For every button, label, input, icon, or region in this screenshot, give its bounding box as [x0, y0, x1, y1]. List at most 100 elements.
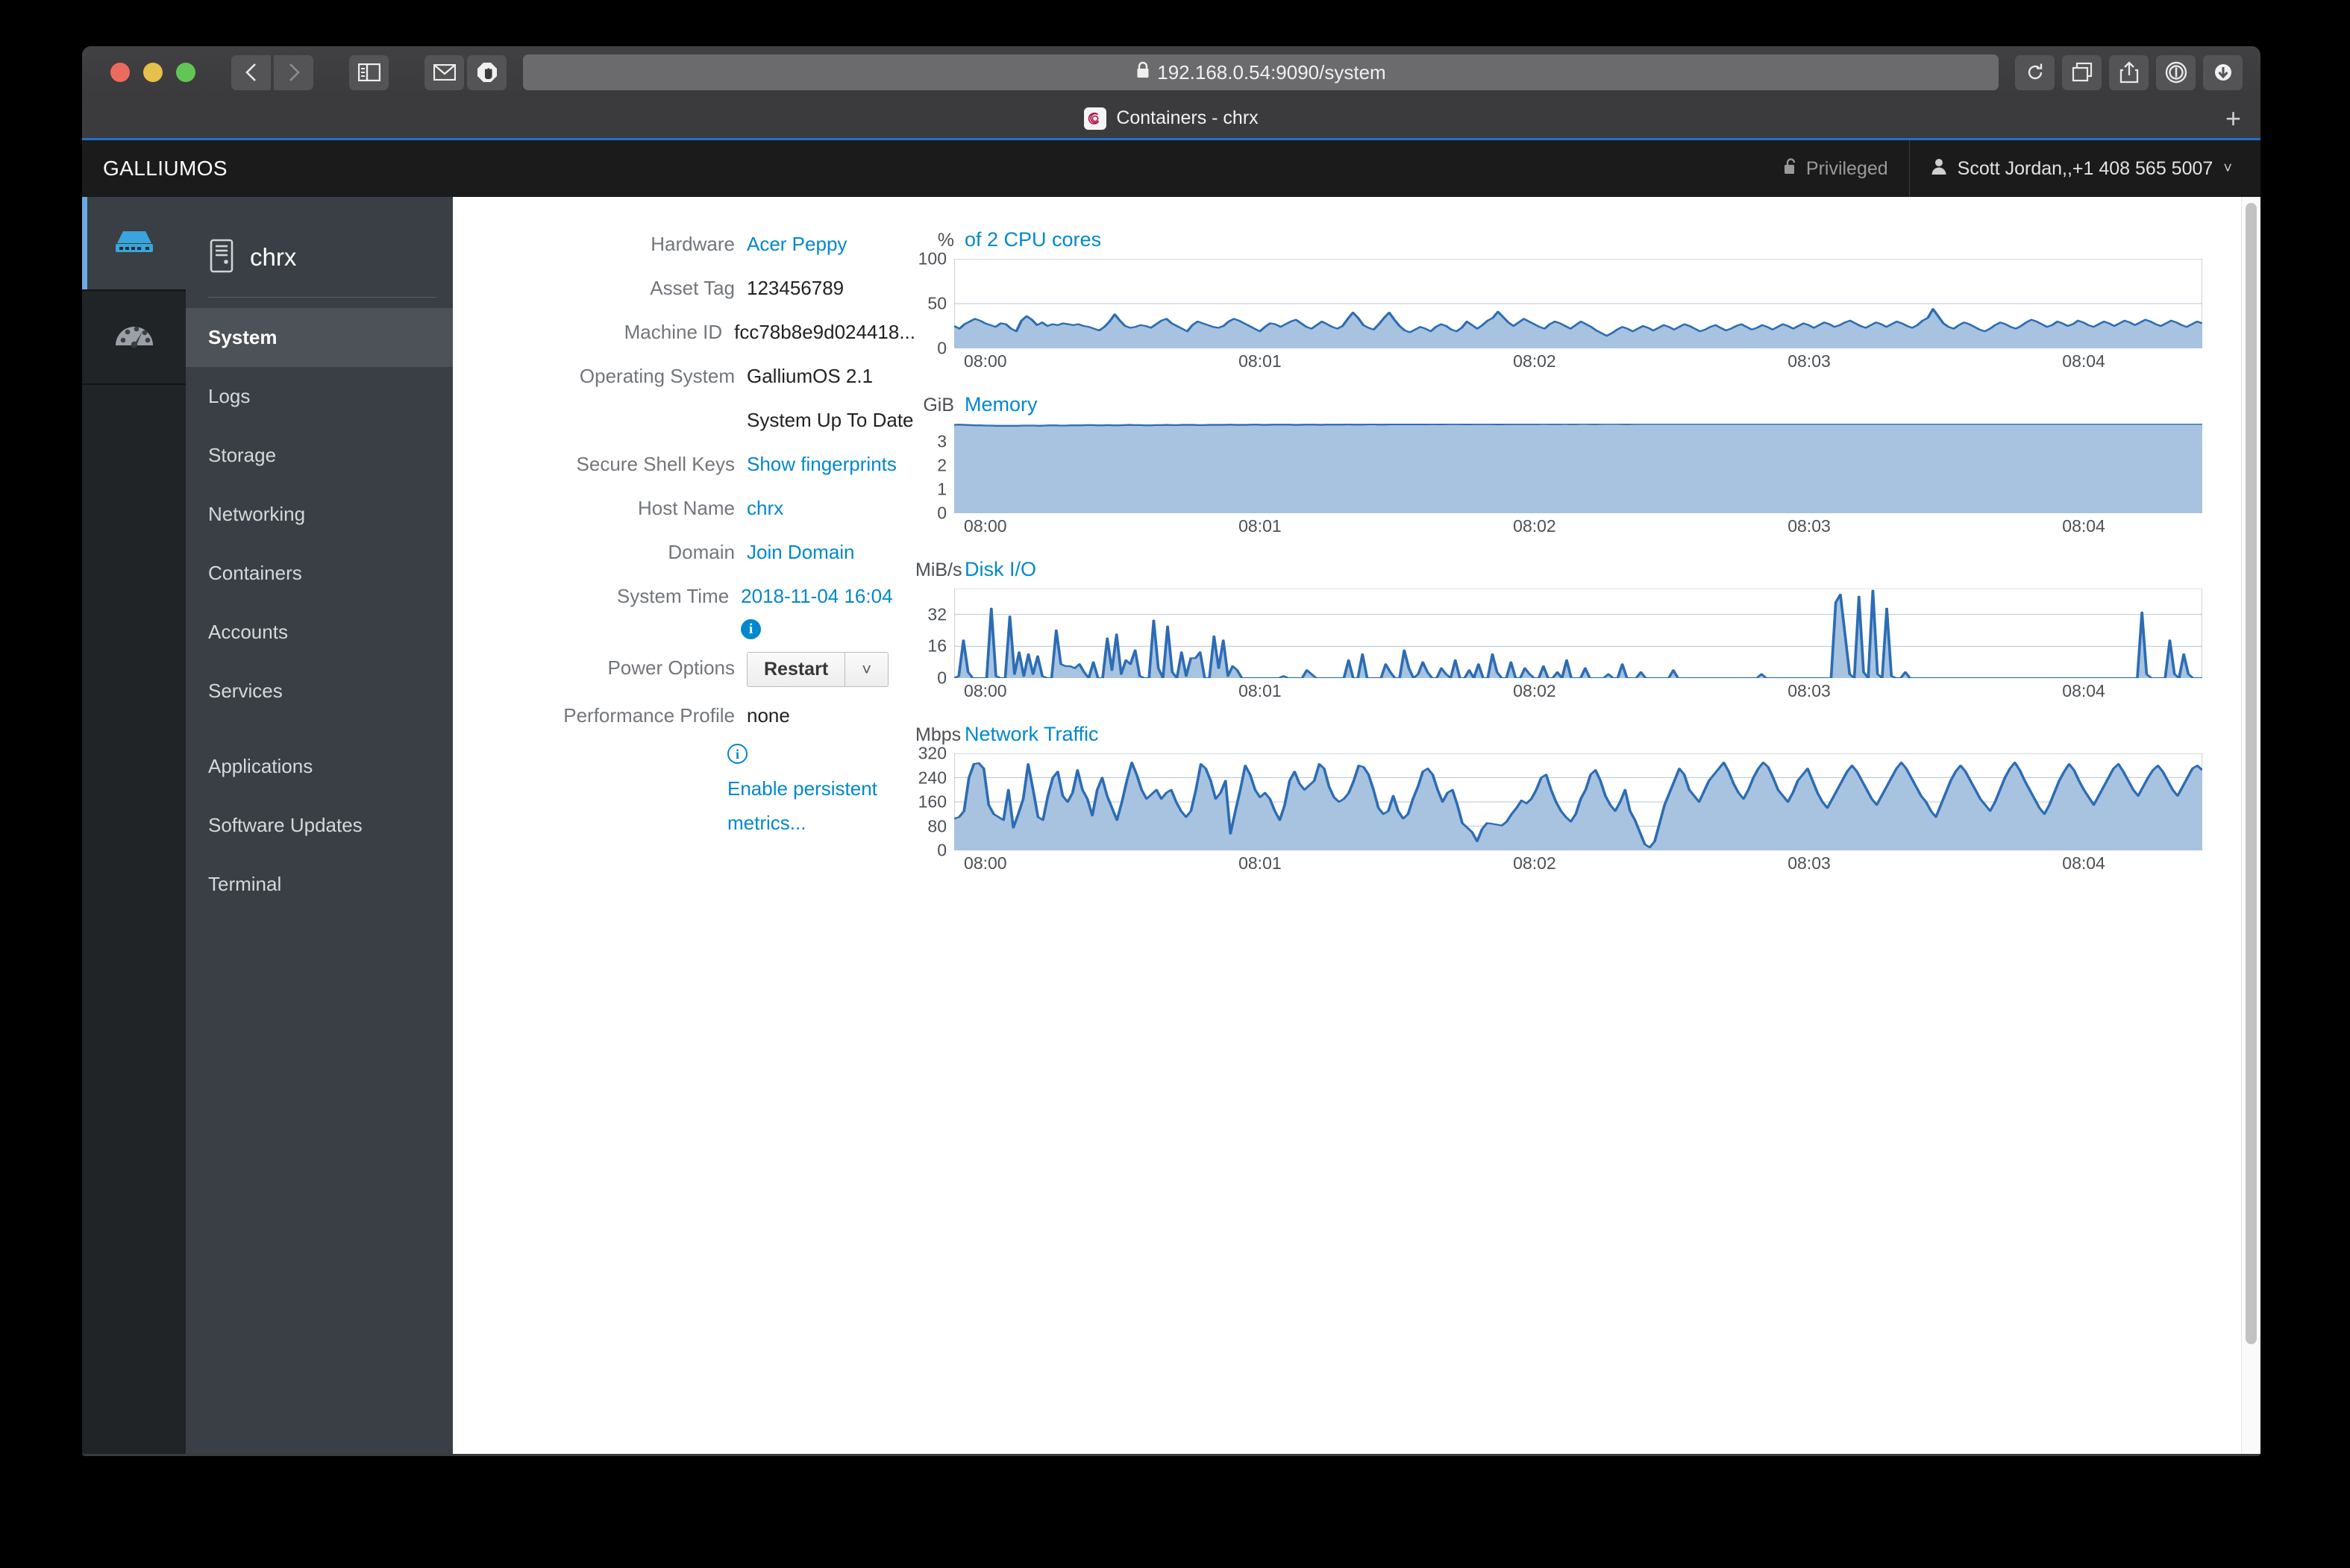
rail-item-server[interactable] [82, 197, 186, 291]
sidebar-item-accounts[interactable]: Accounts [186, 603, 453, 662]
operating-system-label: Operating System [579, 365, 735, 387]
content-area: Hardware Acer Peppy Asset Tag 123456789 … [453, 197, 2260, 1454]
x-axis: 08:00 08:01 08:02 08:03 08:04 [954, 850, 2202, 877]
window-controls [110, 63, 195, 82]
restart-button[interactable]: Restart [747, 652, 846, 687]
address-bar[interactable]: 192.168.0.54:9090/system [523, 54, 1999, 90]
page-scrollbar[interactable] [2241, 197, 2260, 1454]
chart-memory: GiB Memory 0123 08:00 08:01 08:02 08:03 08:0… [915, 393, 2202, 540]
show-fingerprints-link[interactable]: Show fingerprints [747, 448, 897, 480]
sidebar-item-services[interactable]: Services [186, 662, 453, 721]
host-selector[interactable]: chrx [186, 197, 453, 288]
x-axis-tick: 08:02 [1513, 853, 1556, 873]
chart-cpu: % of 2 CPU cores 0 50 100 08:00 08:01 08:02 0… [915, 228, 2202, 375]
y-axis-tick: 2 [937, 455, 947, 475]
1password-icon[interactable] [2156, 54, 2196, 90]
sidebar-item-applications[interactable]: Applications [186, 737, 453, 796]
info-icon[interactable]: i [741, 619, 762, 639]
sidebar-item-storage[interactable]: Storage [186, 426, 453, 485]
plot-area[interactable] [954, 589, 2202, 678]
plot-area[interactable] [954, 753, 2202, 850]
lock-icon [1135, 61, 1150, 84]
sidebar-item-system[interactable]: System [186, 308, 453, 367]
extension-buttons [424, 54, 507, 90]
privileged-label: Privileged [1805, 157, 1888, 179]
adblock-stop-icon[interactable] [467, 54, 507, 90]
chart-unit-label: GiB [923, 395, 954, 415]
user-avatar-icon [1931, 157, 1947, 181]
system-info-table: Hardware Acer Peppy Asset Tag 123456789 … [453, 228, 915, 1454]
sidebar-item-containers[interactable]: Containers [186, 544, 453, 603]
scrollbar-thumb[interactable] [2246, 203, 2257, 1344]
cockpit-page: GALLIUMOS Privileged Scott Jordan,,+1 40… [82, 140, 2260, 1454]
download-icon[interactable] [2203, 54, 2243, 90]
host-name-value-link[interactable]: chrx [747, 492, 783, 524]
power-options-dropdown-toggle[interactable]: ˅ [845, 652, 889, 687]
x-axis-tick: 08:01 [1238, 516, 1282, 536]
plot-area[interactable] [954, 424, 2202, 513]
x-axis-tick: 08:00 [964, 351, 1007, 371]
machine-id-label: Machine ID [624, 321, 723, 343]
update-status-value: System Up To Date [747, 409, 914, 431]
row-system-time: System Time 2018-11-04 16:04 i [520, 580, 915, 639]
y-axis-tick: 1 [937, 479, 947, 499]
sidebar-item-terminal[interactable]: Terminal [186, 855, 453, 914]
browser-tab[interactable]: Containers - chrx [1084, 107, 1259, 130]
navigation-buttons [231, 54, 313, 90]
maximize-window-button[interactable] [176, 63, 195, 82]
chart-title-link[interactable]: Memory [965, 393, 1038, 416]
host-name-label-cell: Host Name [637, 497, 735, 519]
page-body: chrx System Logs Storage Networking Cont… [82, 197, 2260, 1454]
user-menu-button[interactable]: Scott Jordan,,+1 408 565 5007 ˅ [1910, 140, 2246, 197]
x-axis-tick: 08:00 [964, 681, 1007, 700]
asset-tag-label: Asset Tag [650, 277, 735, 299]
row-hardware: Hardware Acer Peppy [520, 228, 915, 260]
sidebar-item-networking[interactable]: Networking [186, 485, 453, 544]
x-axis: 08:00 08:01 08:02 08:03 08:04 [954, 348, 2202, 375]
rail-item-dashboard[interactable] [82, 291, 186, 385]
join-domain-link[interactable]: Join Domain [747, 536, 855, 568]
row-operating-system: Operating System GalliumOS 2.1 [520, 360, 915, 392]
sidebar-item-software-updates[interactable]: Software Updates [186, 796, 453, 855]
y-axis-tick: 160 [918, 791, 947, 812]
machine-rail [82, 197, 186, 1454]
chart-title-link[interactable]: Network Traffic [965, 723, 1099, 746]
brand-title: GALLIUMOS [103, 157, 228, 180]
sidebar-toggle-button[interactable] [349, 54, 389, 90]
nav-group-divider [186, 721, 453, 737]
tab-overview-icon[interactable] [2062, 54, 2102, 90]
sidebar-item-logs[interactable]: Logs [186, 367, 453, 426]
mail-icon[interactable] [424, 54, 464, 90]
reload-icon[interactable] [2015, 54, 2055, 90]
hardware-label: Hardware [651, 233, 735, 255]
share-icon[interactable] [2109, 54, 2149, 90]
chevron-down-icon: ˅ [2223, 160, 2232, 177]
machine-id-value: fcc78b8e9d024418... [734, 321, 915, 343]
browser-toolbar: 192.168.0.54:9090/system [82, 46, 2260, 98]
privileged-indicator[interactable]: Privileged [1763, 140, 1910, 197]
x-axis-tick: 08:03 [1787, 351, 1831, 371]
chart-title-link[interactable]: of 2 CPU cores [965, 228, 1101, 251]
asset-tag-value: 123456789 [747, 277, 845, 299]
plot-area[interactable] [954, 259, 2202, 348]
x-axis-tick: 08:01 [1238, 351, 1282, 371]
hardware-value-link[interactable]: Acer Peppy [747, 228, 847, 260]
chart-title-link[interactable]: Disk I/O [965, 558, 1036, 581]
sidebar-toggle-group [349, 54, 389, 90]
back-button[interactable] [231, 54, 271, 90]
y-axis-tick: 100 [918, 248, 947, 269]
system-time-value-link[interactable]: 2018-11-04 16:04 [741, 580, 892, 612]
x-axis: 08:00 08:01 08:02 08:03 08:04 [954, 678, 2202, 705]
tab-bar: Containers - chrx + [82, 98, 2260, 140]
forward-button[interactable] [274, 54, 313, 90]
nav-sidebar: chrx System Logs Storage Networking Cont… [186, 197, 453, 1454]
y-axis: 0 50 100 [915, 249, 954, 358]
y-axis-tick: 240 [918, 768, 947, 787]
new-tab-button[interactable]: + [2225, 104, 2241, 132]
power-options-button-group: Restart ˅ [747, 652, 889, 687]
close-window-button[interactable] [110, 63, 130, 82]
minimize-window-button[interactable] [143, 63, 163, 82]
x-axis-tick: 08:04 [2062, 853, 2105, 873]
enable-persistent-metrics-link[interactable]: Enable persistent metrics... [727, 771, 906, 840]
y-axis-tick: 320 [918, 743, 947, 763]
